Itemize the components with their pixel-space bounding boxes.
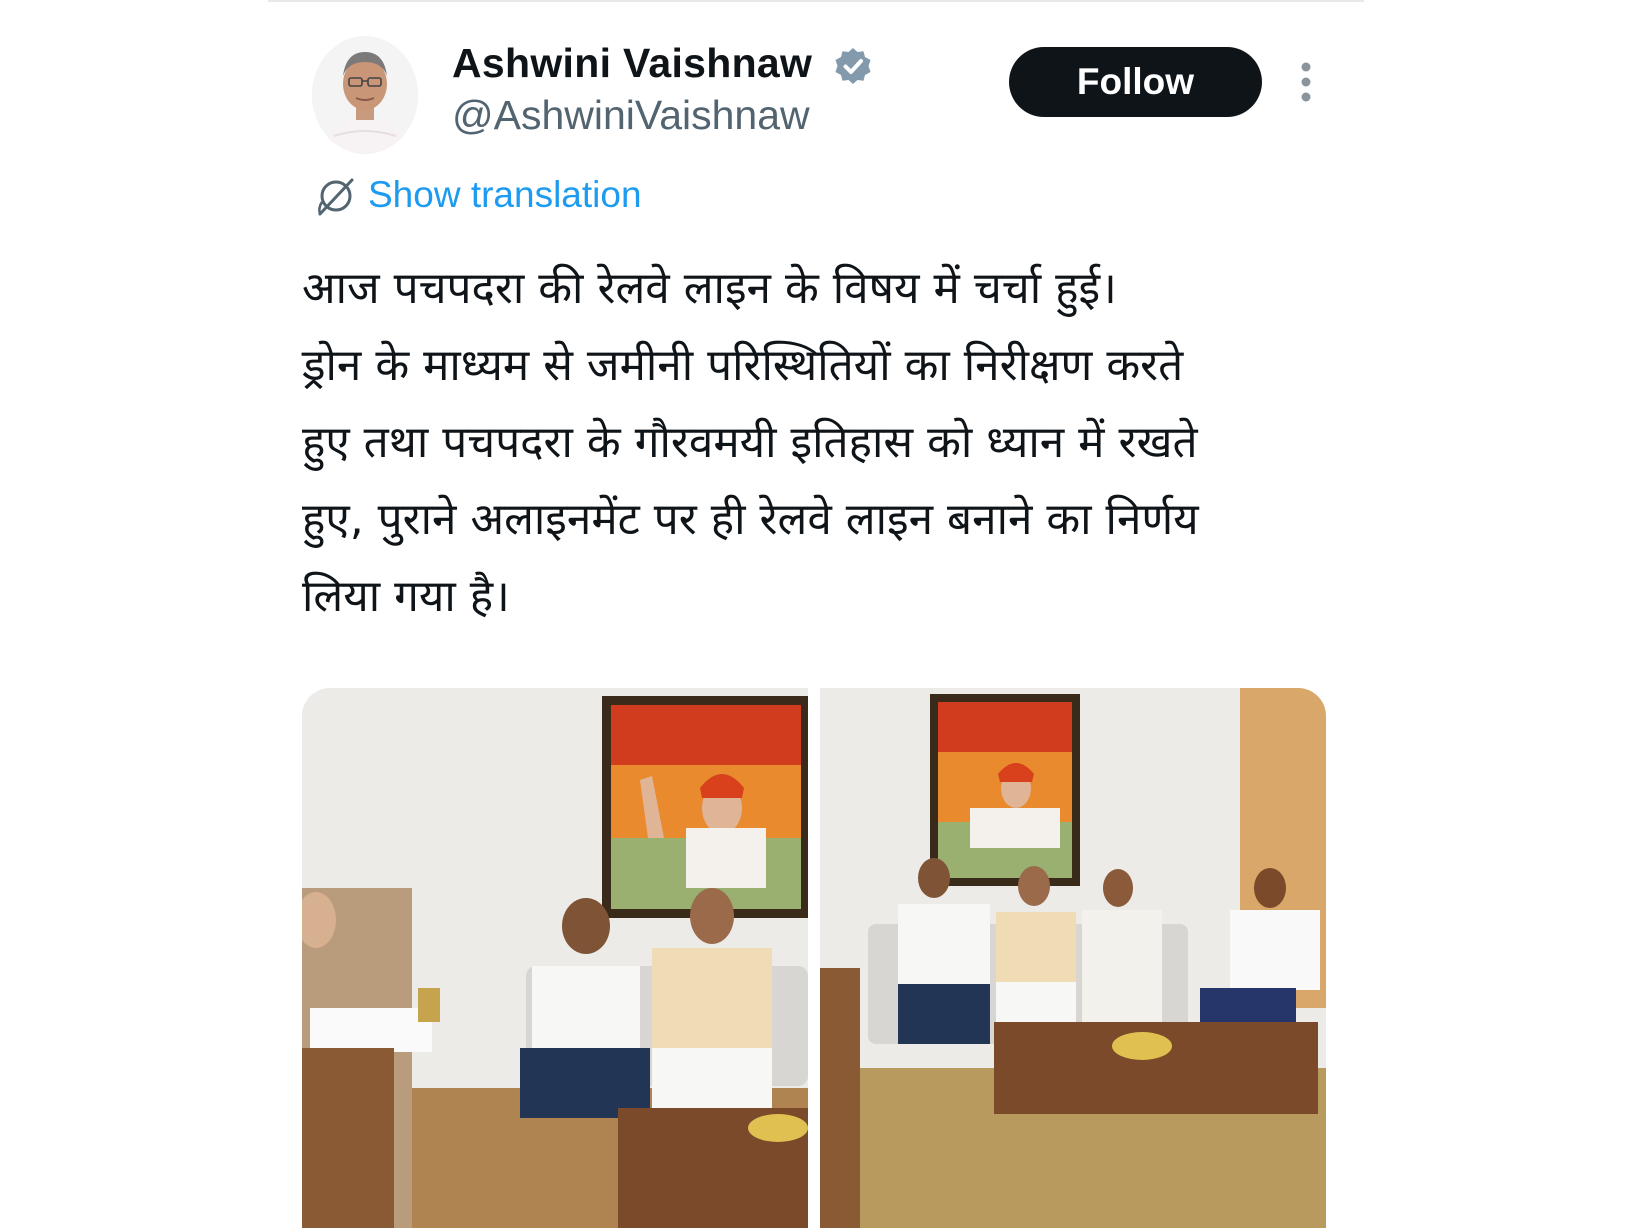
meeting-photo-2[interactable]	[820, 688, 1326, 1228]
follow-button[interactable]: Follow	[1009, 47, 1262, 117]
profile-photo-icon	[312, 36, 418, 154]
author-handle[interactable]: @AshwiniVaishnaw	[452, 92, 810, 139]
meeting-photo-1-icon	[302, 688, 808, 1228]
verified-badge-icon	[835, 48, 871, 84]
avatar[interactable]	[312, 36, 418, 154]
media-grid	[302, 688, 1326, 1228]
meeting-photo-1[interactable]	[302, 688, 808, 1228]
tweet-text: आज पचपदरा की रेलवे लाइन के विषय में चर्च…	[302, 263, 1199, 622]
show-translation-link[interactable]: Show translation	[368, 174, 642, 216]
display-name[interactable]: Ashwini Vaishnaw	[452, 40, 812, 87]
translate-globe-icon	[318, 178, 354, 216]
meeting-photo-2-icon	[820, 688, 1326, 1228]
top-divider	[268, 0, 1364, 2]
more-vertical-icon[interactable]	[1294, 60, 1318, 104]
